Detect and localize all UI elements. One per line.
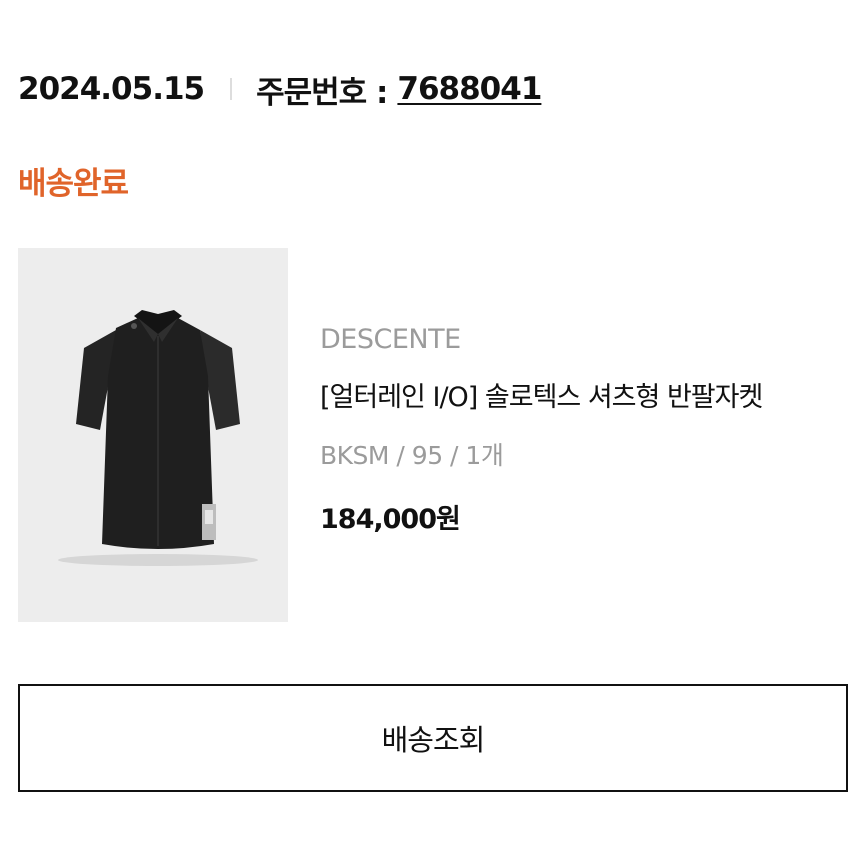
product-info: DESCENTE [얼터레인 I/O] 솔로텍스 셔츠형 반팔자켓 BKSM /… bbox=[320, 318, 850, 542]
product-price: 184,000원 bbox=[320, 504, 461, 535]
product-brand: DESCENTE bbox=[320, 324, 461, 355]
delivery-status: 배송완료 bbox=[18, 166, 129, 202]
product-name[interactable]: [얼터레인 I/O] 솔로텍스 셔츠형 반팔자켓 bbox=[320, 376, 850, 420]
order-date: 2024.05.15 bbox=[18, 71, 205, 107]
track-delivery-button[interactable]: 배송조회 bbox=[18, 684, 848, 792]
product-image[interactable] bbox=[18, 248, 288, 622]
product-option: BKSM / 95 / 1개 bbox=[320, 441, 504, 470]
order-number-label: 주문번호 : bbox=[256, 74, 388, 111]
order-number-link[interactable]: 7688041 bbox=[397, 71, 542, 107]
order-header: 2024.05.15 주문번호 : 7688041 bbox=[18, 66, 542, 112]
shirt-image-icon bbox=[58, 310, 258, 566]
divider bbox=[230, 78, 233, 100]
